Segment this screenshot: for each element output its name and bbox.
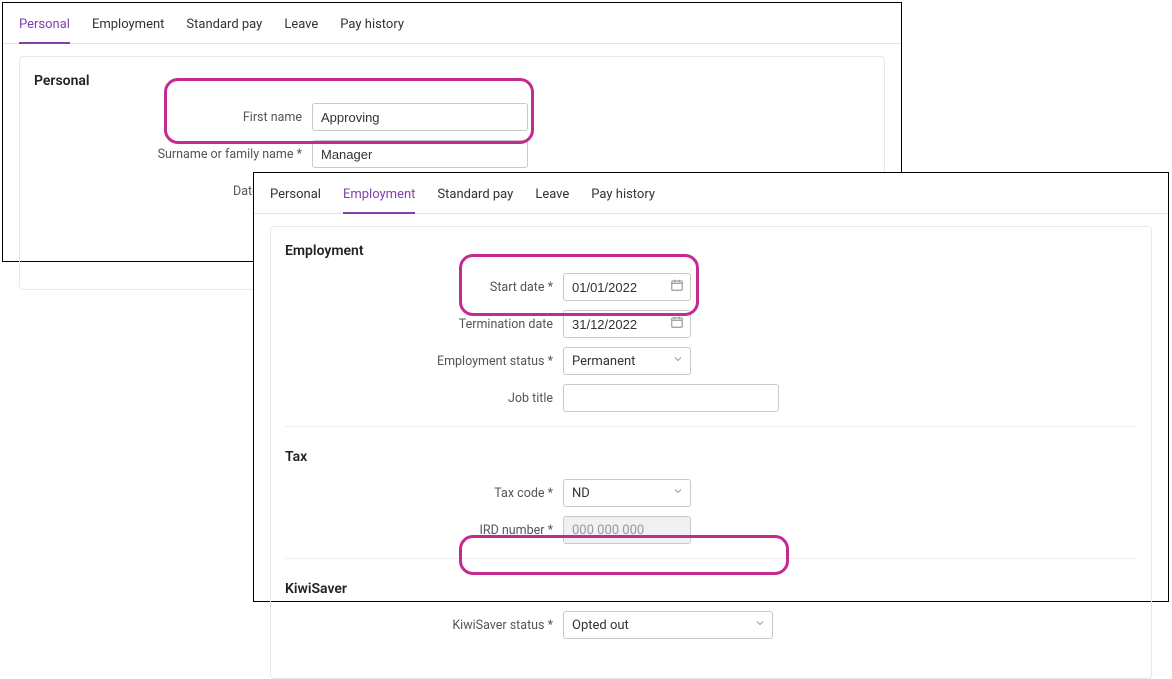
employment-panel: Personal Employment Standard pay Leave P… xyxy=(253,172,1169,602)
tab2-personal[interactable]: Personal xyxy=(270,183,321,213)
tax-code-select[interactable]: ND xyxy=(563,479,691,507)
start-date-input[interactable] xyxy=(563,273,691,301)
termination-date-input[interactable] xyxy=(563,310,691,338)
employment-status-select[interactable]: Permanent xyxy=(563,347,691,375)
tab-leave[interactable]: Leave xyxy=(284,13,318,43)
tabbar-personal: Personal Employment Standard pay Leave P… xyxy=(3,3,901,44)
tab2-leave[interactable]: Leave xyxy=(535,183,569,213)
label-employment-status: Employment status xyxy=(285,354,563,369)
tab2-standard-pay[interactable]: Standard pay xyxy=(437,183,513,213)
kiwisaver-status-select[interactable]: Opted out xyxy=(563,611,773,639)
calendar-icon[interactable] xyxy=(670,315,684,333)
section-title-employment: Employment xyxy=(285,243,1137,259)
label-job-title: Job title xyxy=(285,391,563,406)
label-surname: Surname or family name xyxy=(34,147,312,162)
label-kiwisaver-status: KiwiSaver status xyxy=(285,618,563,633)
tab-personal[interactable]: Personal xyxy=(19,13,70,44)
termination-date-text[interactable] xyxy=(572,317,662,332)
tab-standard-pay[interactable]: Standard pay xyxy=(186,13,262,43)
ird-number-input[interactable]: 000 000 000 xyxy=(563,516,691,544)
chevron-down-icon xyxy=(672,353,684,369)
label-ird-number: IRD number xyxy=(285,523,563,538)
tab-pay-history[interactable]: Pay history xyxy=(340,13,404,43)
section-title-tax: Tax xyxy=(285,449,1137,465)
job-title-input[interactable] xyxy=(563,384,779,412)
start-date-text[interactable] xyxy=(572,280,662,295)
tab2-pay-history[interactable]: Pay history xyxy=(591,183,655,213)
surname-input[interactable] xyxy=(312,140,528,168)
tab2-employment[interactable]: Employment xyxy=(343,183,415,214)
employment-status-value: Permanent xyxy=(572,354,635,369)
label-e-partial: E xyxy=(34,253,278,268)
section-title-kiwisaver: KiwiSaver xyxy=(285,581,1137,597)
calendar-icon[interactable] xyxy=(670,278,684,296)
tax-code-value: ND xyxy=(572,486,590,501)
chevron-down-icon xyxy=(754,617,766,633)
kiwisaver-status-value: Opted out xyxy=(572,618,629,633)
label-start-date: Start date xyxy=(285,280,563,295)
section-title-personal: Personal xyxy=(34,73,870,89)
tab-employment[interactable]: Employment xyxy=(92,13,164,43)
label-termination-date: Termination date xyxy=(285,317,563,332)
label-first-name: First name xyxy=(34,110,312,125)
label-tax-code: Tax code xyxy=(285,486,563,501)
employment-card: Employment Start date Termination date xyxy=(270,226,1152,679)
first-name-input[interactable] xyxy=(312,103,528,131)
chevron-down-icon xyxy=(672,485,684,501)
tabbar-employment: Personal Employment Standard pay Leave P… xyxy=(254,173,1168,214)
